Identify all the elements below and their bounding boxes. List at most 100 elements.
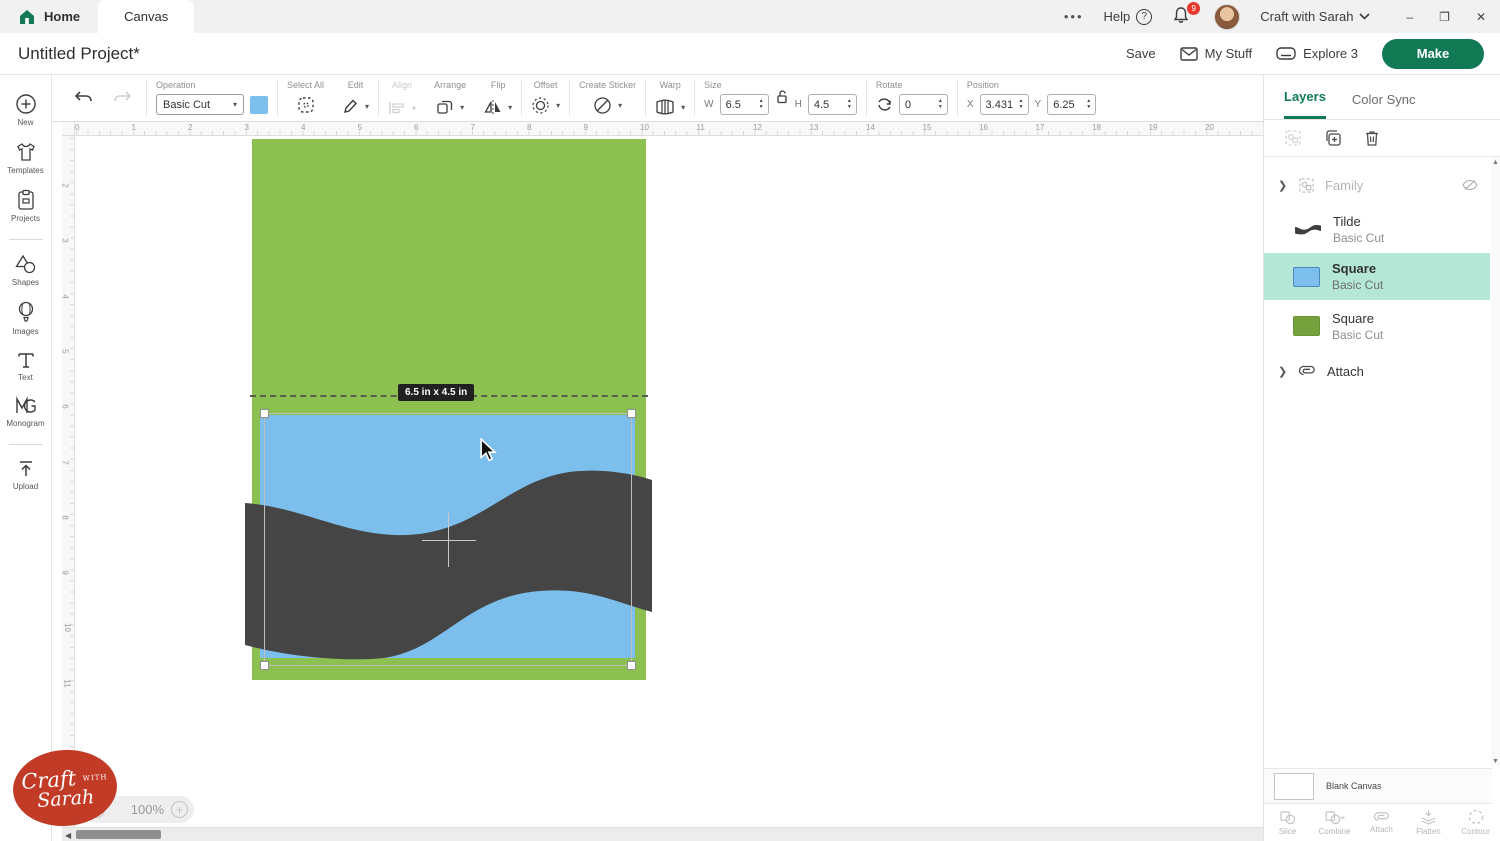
account-menu[interactable]: Craft with Sarah xyxy=(1260,9,1370,24)
scrollbar-thumb[interactable] xyxy=(76,830,161,839)
width-stepper[interactable]: 6.5 ▲▼ xyxy=(720,94,769,115)
sidebar-item-upload[interactable]: Upload xyxy=(0,459,52,491)
sidebar-divider xyxy=(9,444,43,445)
scroll-down-arrow-icon[interactable]: ▼ xyxy=(1492,758,1499,765)
layer-row-tilde[interactable]: Tilde Basic Cut xyxy=(1264,207,1490,251)
make-button[interactable]: Make xyxy=(1382,39,1484,69)
scroll-up-arrow-icon[interactable]: ▲ xyxy=(1492,159,1499,166)
stepper-arrows-icon[interactable]: ▲▼ xyxy=(843,95,856,114)
select-all-button[interactable] xyxy=(296,95,316,115)
selection-handle-bottom-left[interactable] xyxy=(260,661,269,670)
size-lock-toggle[interactable] xyxy=(775,89,789,104)
ruler-number: 16 xyxy=(979,123,988,132)
sidebar-item-images[interactable]: Images xyxy=(0,301,52,336)
close-button[interactable]: ✕ xyxy=(1476,10,1486,24)
selection-handle-top-right[interactable] xyxy=(627,409,636,418)
sidebar-item-projects[interactable]: Projects xyxy=(0,189,52,223)
sidebar-item-templates[interactable]: Templates xyxy=(0,141,52,175)
position-y-stepper[interactable]: 6.25 ▲▼ xyxy=(1047,94,1096,115)
upload-icon xyxy=(16,459,36,479)
color-swatch[interactable] xyxy=(250,96,268,114)
machine-select[interactable]: Explore 3 xyxy=(1276,46,1358,61)
layer-group-attach[interactable]: ❯ Attach xyxy=(1264,357,1490,385)
layer-thumbnail-green-square xyxy=(1293,316,1320,336)
layer-actions-bar: Slice Combine Attach Flatten Contour xyxy=(1264,804,1500,841)
ruler-number: 12 xyxy=(753,123,762,132)
chevron-right-icon[interactable]: ❯ xyxy=(1278,179,1290,192)
vertical-scrollbar[interactable]: ▲ ▼ xyxy=(1491,157,1500,767)
selection-handle-top-left[interactable] xyxy=(260,409,269,418)
ruler-number: 19 xyxy=(1149,123,1158,132)
ruler-number: 5 xyxy=(61,349,70,353)
chevron-down-icon: ▾ xyxy=(556,101,560,110)
text-icon xyxy=(16,350,36,370)
position-x-stepper[interactable]: 3.431 ▲▼ xyxy=(980,94,1029,115)
restore-button[interactable]: ❐ xyxy=(1439,10,1450,24)
chevron-down-icon: ▾ xyxy=(365,102,369,111)
selection-handle-bottom-right[interactable] xyxy=(627,661,636,670)
sidebar-item-new[interactable]: New xyxy=(0,93,52,127)
operation-label: Operation xyxy=(156,80,196,90)
ruler-vertical: 234567891011 xyxy=(62,136,75,841)
scroll-left-arrow-icon[interactable]: ◀ xyxy=(65,831,71,840)
ruler-number: 10 xyxy=(640,123,649,132)
mouse-cursor xyxy=(478,438,498,462)
group-button xyxy=(1284,129,1302,147)
blank-canvas-row[interactable]: Blank Canvas xyxy=(1264,768,1492,804)
arrange-icon xyxy=(436,99,454,115)
ruler-horizontal: 01234567891011121314151617181920 xyxy=(62,122,1263,136)
ruler-number: 20 xyxy=(1205,123,1214,132)
tab-layers[interactable]: Layers xyxy=(1284,89,1326,119)
tab-color-sync[interactable]: Color Sync xyxy=(1352,92,1416,119)
chevron-right-icon[interactable]: ❯ xyxy=(1278,365,1290,378)
rotate-stepper[interactable]: 0 ▲▼ xyxy=(899,94,948,115)
warp-button[interactable]: ▾ xyxy=(655,99,685,115)
sidebar-item-monogram[interactable]: Monogram xyxy=(0,396,52,428)
ruler-number: 5 xyxy=(358,123,362,132)
height-stepper[interactable]: 4.5 ▲▼ xyxy=(808,94,857,115)
layer-group-family[interactable]: ❯ Family xyxy=(1264,170,1490,200)
ruler-number: 0 xyxy=(75,123,79,132)
layer-thumbnail-blue-square xyxy=(1293,267,1320,287)
ruler-number: 1 xyxy=(132,123,136,132)
redo-button[interactable] xyxy=(112,90,132,106)
rotate-icon[interactable] xyxy=(876,96,893,113)
design-canvas[interactable]: 01234567891011121314151617181920 2345678… xyxy=(52,122,1263,841)
create-sticker-button[interactable]: ▾ xyxy=(593,96,622,115)
sidebar-item-shapes[interactable]: Shapes xyxy=(0,254,52,287)
horizontal-scrollbar[interactable]: ◀ xyxy=(62,827,1263,841)
operation-dropdown[interactable]: Basic Cut ▾ xyxy=(156,94,244,115)
tab-home[interactable]: Home xyxy=(0,0,98,33)
undo-button[interactable] xyxy=(74,90,94,106)
save-button[interactable]: Save xyxy=(1126,46,1156,61)
stepper-arrows-icon[interactable]: ▲▼ xyxy=(1015,95,1028,114)
contour-button: Contour xyxy=(1452,804,1499,841)
flip-button[interactable]: ▾ xyxy=(484,99,512,115)
layer-row-square-blue[interactable]: Square Basic Cut xyxy=(1264,253,1490,300)
ruler-number: 3 xyxy=(61,239,70,243)
duplicate-button[interactable] xyxy=(1324,129,1342,147)
more-options-icon[interactable]: ••• xyxy=(1064,9,1084,24)
tab-canvas[interactable]: Canvas xyxy=(98,0,194,33)
stepper-arrows-icon[interactable]: ▲▼ xyxy=(755,95,768,114)
shapes-icon xyxy=(14,254,37,275)
selection-center-crosshair xyxy=(448,513,449,567)
arrange-button[interactable]: ▾ xyxy=(436,99,464,115)
selection-center-crosshair xyxy=(422,540,476,541)
combine-button: Combine xyxy=(1311,804,1358,841)
help-button[interactable]: Help ? xyxy=(1104,9,1153,25)
offset-button[interactable]: ▾ xyxy=(531,96,560,115)
envelope-icon xyxy=(1180,47,1198,61)
stepper-arrows-icon[interactable]: ▲▼ xyxy=(1082,95,1095,114)
notifications-button[interactable]: 9 xyxy=(1172,6,1194,28)
minimize-button[interactable]: – xyxy=(1406,10,1413,24)
layer-row-square-green[interactable]: Square Basic Cut xyxy=(1264,303,1490,349)
my-stuff-button[interactable]: My Stuff xyxy=(1180,46,1252,61)
stepper-arrows-icon[interactable]: ▲▼ xyxy=(934,95,947,114)
edit-button[interactable]: ▾ xyxy=(342,97,369,115)
sidebar-item-text[interactable]: Text xyxy=(0,350,52,382)
avatar[interactable] xyxy=(1214,4,1240,30)
hide-layer-icon[interactable] xyxy=(1462,179,1478,191)
zoom-in-button[interactable]: + xyxy=(171,801,188,818)
delete-button[interactable] xyxy=(1364,129,1380,147)
